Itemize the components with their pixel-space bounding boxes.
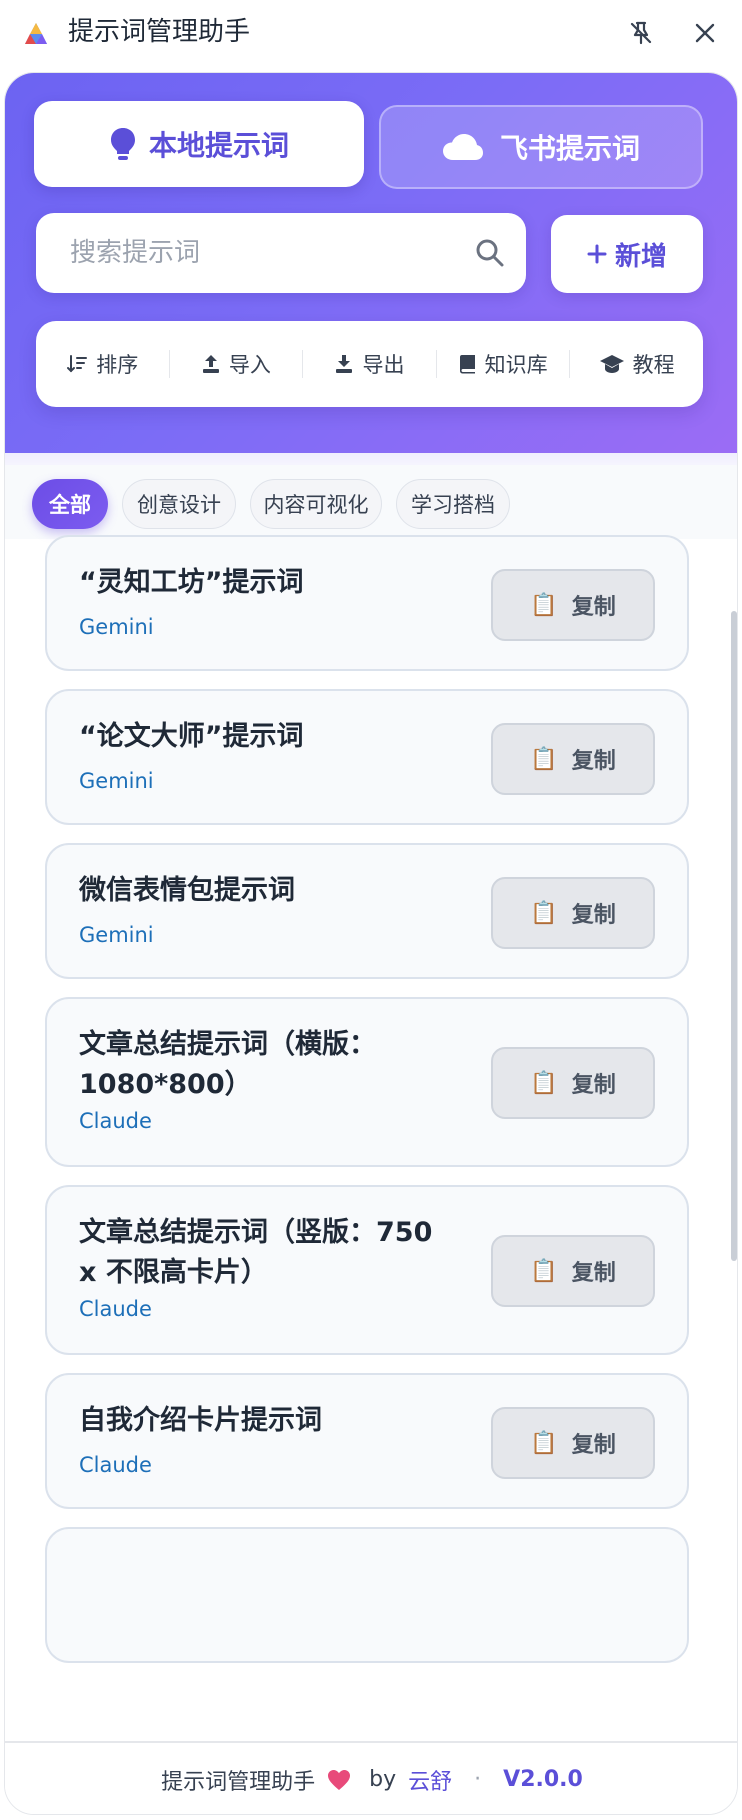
graduation-cap-icon — [599, 355, 624, 373]
footer: 提示词管理助手 by 云舒 · V2.0.0 — [5, 1741, 737, 1814]
copy-label: 复制 — [571, 1073, 616, 1098]
search-box — [36, 213, 526, 293]
action-toolbar: 排序 导入 导出 知识库 教程 — [36, 321, 703, 407]
search-icon[interactable] — [474, 237, 506, 269]
cloud-icon — [442, 134, 483, 160]
close-icon — [695, 23, 715, 43]
prompt-title: 自我介绍卡片提示词 — [79, 1405, 322, 1436]
sort-label: 排序 — [96, 353, 139, 377]
prompt-title: 文章总结提示词（横版：1080*800） — [79, 1029, 376, 1100]
clipboard-icon: 📋 — [530, 592, 558, 618]
tab-local-prompts[interactable]: 本地提示词 — [34, 101, 364, 187]
clipboard-icon: 📋 — [530, 1258, 558, 1284]
footer-separator: · — [474, 1767, 482, 1792]
clipboard-icon: 📋 — [530, 746, 558, 772]
tab-local-label: 本地提示词 — [148, 129, 289, 162]
prompt-title: “论文大师”提示词 — [79, 721, 304, 752]
prompt-title: “灵知工坊”提示词 — [79, 567, 304, 598]
knowledge-label: 知识库 — [484, 353, 548, 377]
prompt-card[interactable]: 文章总结提示词（横版：1080*800） Claude 📋 复制 — [45, 997, 689, 1167]
copy-button[interactable]: 📋 复制 — [491, 1235, 655, 1307]
copy-button[interactable]: 📋 复制 — [491, 569, 655, 641]
sort-icon — [67, 355, 88, 373]
copy-button[interactable]: 📋 复制 — [491, 1047, 655, 1119]
prompt-model-tag: Gemini — [79, 769, 154, 793]
prompt-model-tag: Claude — [79, 1453, 152, 1477]
prompt-title: 微信表情包提示词 — [79, 875, 295, 906]
prompt-card[interactable]: “灵知工坊”提示词 Gemini 📋 复制 — [45, 535, 689, 671]
import-button[interactable]: 导入 — [170, 321, 303, 407]
footer-version: V2.0.0 — [503, 1767, 583, 1792]
close-button[interactable] — [688, 16, 722, 50]
category-chip-all[interactable]: 全部 — [32, 479, 108, 529]
app-logo-icon — [25, 23, 47, 44]
heart-icon — [328, 1769, 351, 1790]
prompt-card[interactable]: 自我介绍卡片提示词 Claude 📋 复制 — [45, 1373, 689, 1509]
prompt-card[interactable]: 文章总结提示词（竖版：750 x 不限高卡片） Claude 📋 复制 — [45, 1185, 689, 1355]
knowledge-base-button[interactable]: 知识库 — [437, 321, 570, 407]
list-scrollbar-thumb[interactable] — [731, 611, 737, 1261]
app-panel: 本地提示词 飞书提示词 新增 — [4, 72, 738, 1815]
prompt-title: 文章总结提示词（竖版：750 x 不限高卡片） — [79, 1217, 433, 1288]
clipboard-icon: 📋 — [530, 1430, 558, 1456]
category-chip-content-visualization[interactable]: 内容可视化 — [250, 479, 382, 529]
prompt-card[interactable]: 微信表情包提示词 Gemini 📋 复制 — [45, 843, 689, 979]
category-filter-bar: 全部 创意设计 内容可视化 学习搭档 — [5, 465, 737, 539]
pin-off-icon — [630, 21, 652, 45]
prompt-card-partial[interactable] — [45, 1527, 689, 1663]
header-panel: 本地提示词 飞书提示词 新增 — [5, 73, 737, 453]
prompt-card[interactable]: “论文大师”提示词 Gemini 📋 复制 — [45, 689, 689, 825]
add-prompt-button[interactable]: 新增 — [551, 215, 703, 293]
copy-label: 复制 — [571, 903, 616, 928]
copy-label: 复制 — [571, 749, 616, 774]
lightbulb-icon — [110, 128, 135, 160]
window-title: 提示词管理助手 — [68, 17, 251, 47]
prompt-model-tag: Claude — [79, 1109, 152, 1133]
copy-label: 复制 — [571, 1433, 616, 1458]
tutorial-button[interactable]: 教程 — [570, 321, 703, 407]
footer-by: by — [369, 1767, 397, 1792]
prompt-model-tag: Claude — [79, 1297, 152, 1321]
export-label: 导出 — [362, 353, 405, 377]
tab-feishu-prompts[interactable]: 飞书提示词 — [379, 105, 703, 189]
footer-app-name: 提示词管理助手 — [161, 1769, 316, 1795]
copy-button[interactable]: 📋 复制 — [491, 723, 655, 795]
unpin-button[interactable] — [624, 16, 658, 50]
prompt-model-tag: Gemini — [79, 615, 154, 639]
sort-button[interactable]: 排序 — [36, 321, 169, 407]
copy-label: 复制 — [571, 595, 616, 620]
plus-icon — [587, 244, 607, 264]
import-label: 导入 — [228, 353, 271, 377]
category-chip-study-partner[interactable]: 学习搭档 — [396, 479, 510, 529]
upload-icon — [202, 355, 219, 373]
tab-cloud-label: 飞书提示词 — [499, 132, 640, 165]
download-icon — [336, 355, 353, 373]
copy-button[interactable]: 📋 复制 — [491, 1407, 655, 1479]
add-label: 新增 — [614, 241, 667, 272]
prompt-list: “灵知工坊”提示词 Gemini 📋 复制 “论文大师”提示词 Gemini 📋… — [5, 535, 737, 1685]
category-chip-creative-design[interactable]: 创意设计 — [122, 479, 236, 529]
tutorial-label: 教程 — [632, 353, 675, 377]
export-button[interactable]: 导出 — [303, 321, 436, 407]
prompt-model-tag: Gemini — [79, 923, 154, 947]
clipboard-icon: 📋 — [530, 900, 558, 926]
footer-author-link[interactable]: 云舒 — [408, 1764, 452, 1796]
copy-button[interactable]: 📋 复制 — [491, 877, 655, 949]
title-bar: 提示词管理助手 — [0, 0, 742, 66]
search-input[interactable] — [36, 213, 456, 293]
copy-label: 复制 — [571, 1261, 616, 1286]
clipboard-icon: 📋 — [530, 1070, 558, 1096]
book-icon — [459, 355, 475, 374]
